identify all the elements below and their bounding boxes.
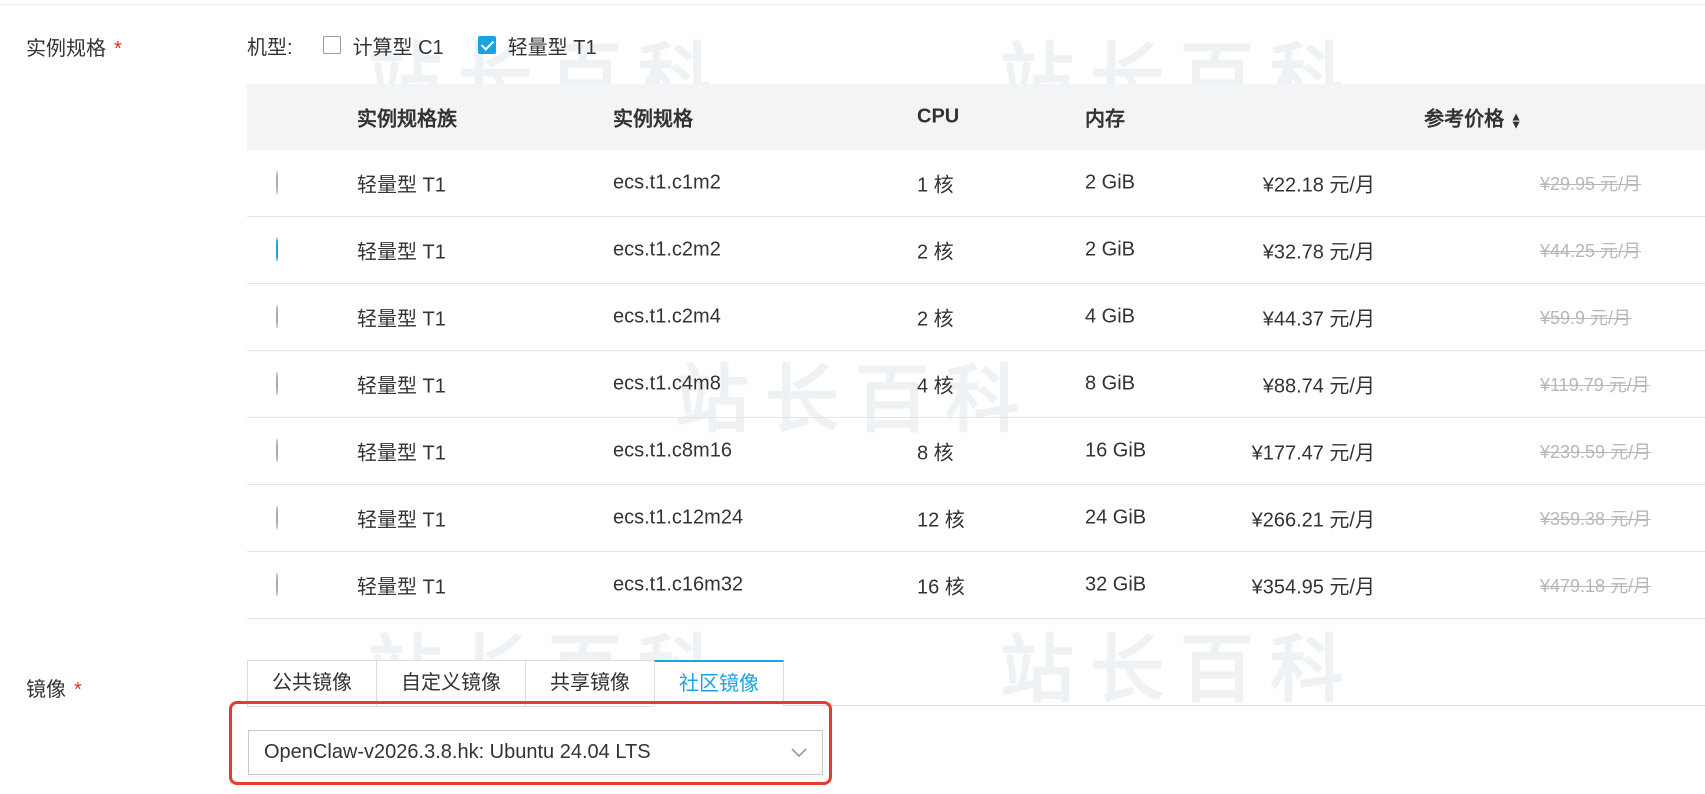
tab-shared-image[interactable]: 共享镜像 (525, 660, 654, 707)
checkbox-light-t1[interactable] (477, 36, 496, 54)
tab-custom-image[interactable]: 自定义镜像 (376, 660, 525, 707)
radio-button[interactable] (276, 505, 278, 530)
cell-spec: ecs.t1.c4m8 (613, 372, 721, 395)
cell-cpu: 8 核 (917, 442, 954, 465)
cell-original-price: ¥239.59 元/月 (1540, 442, 1652, 462)
image-select-value: OpenClaw-v2026.3.8.hk: Ubuntu 24.04 LTS (264, 741, 651, 763)
machine-type-option-label: 计算型 C1 (352, 36, 444, 59)
cell-family: 轻量型 T1 (357, 308, 446, 331)
image-tabs: 公共镜像 自定义镜像 共享镜像 社区镜像 (247, 660, 784, 707)
cell-cpu: 16 核 (917, 576, 965, 599)
image-select[interactable]: OpenClaw-v2026.3.8.hk: Ubuntu 24.04 LTS (248, 730, 823, 775)
cell-price: ¥266.21 元/月 (1251, 509, 1375, 532)
cell-price: ¥354.95 元/月 (1251, 576, 1375, 599)
radio-button[interactable] (276, 371, 278, 396)
sort-icon[interactable]: ▲ ▼ (1510, 110, 1522, 130)
table-row[interactable]: 轻量型 T1 ecs.t1.c2m2 2 核 2 GiB ¥32.78 元/月 … (247, 217, 1705, 284)
cell-original-price: ¥29.95 元/月 (1540, 174, 1642, 194)
cell-memory: 4 GiB (1085, 305, 1136, 328)
cell-spec: ecs.t1.c2m4 (613, 305, 721, 328)
table-header: 实例规格族 实例规格 CPU 内存 参考价格 ▲ ▼ (247, 84, 1705, 150)
cell-family: 轻量型 T1 (357, 442, 446, 465)
header-cpu: CPU (917, 105, 960, 128)
cell-original-price: ¥44.25 元/月 (1540, 241, 1642, 261)
cell-spec: ecs.t1.c2m2 (613, 238, 721, 261)
table-row[interactable]: 轻量型 T1 ecs.t1.c4m8 4 核 8 GiB ¥88.74 元/月 … (247, 351, 1705, 418)
table-row[interactable]: 轻量型 T1 ecs.t1.c1m2 1 核 2 GiB ¥22.18 元/月 … (247, 150, 1705, 217)
table-row[interactable]: 轻量型 T1 ecs.t1.c2m4 2 核 4 GiB ¥44.37 元/月 … (247, 284, 1705, 351)
cell-price: ¥22.18 元/月 (1262, 174, 1375, 197)
machine-type-light-t1[interactable]: 轻量型 T1 (477, 31, 597, 60)
cell-family: 轻量型 T1 (357, 576, 446, 599)
checkbox-compute-c1[interactable] (322, 36, 341, 54)
cell-memory: 16 GiB (1085, 439, 1147, 462)
cell-original-price: ¥59.9 元/月 (1540, 308, 1632, 328)
machine-type-filter: 机型: 计算型 C1 轻量型 T1 (247, 30, 631, 60)
cell-original-price: ¥119.79 元/月 (1540, 375, 1650, 395)
cell-family: 轻量型 T1 (357, 241, 446, 264)
row-radio[interactable] (276, 371, 278, 396)
top-divider (0, 4, 1705, 5)
cell-family: 轻量型 T1 (357, 509, 446, 532)
cell-price: ¥88.74 元/月 (1262, 375, 1375, 398)
tab-public-image[interactable]: 公共镜像 (247, 660, 376, 707)
cell-spec: ecs.t1.c1m2 (613, 171, 721, 194)
cell-family: 轻量型 T1 (357, 174, 446, 197)
radio-button[interactable] (276, 170, 278, 195)
radio-button[interactable] (276, 304, 278, 329)
row-radio[interactable] (276, 237, 278, 262)
header-price-sort[interactable]: 参考价格 ▲ ▼ (1424, 103, 1522, 132)
tab-community-image[interactable]: 社区镜像 (654, 660, 784, 707)
cell-price: ¥44.37 元/月 (1262, 308, 1375, 331)
image-label-text: 镜像 (26, 679, 66, 701)
image-label: 镜像 * (26, 673, 82, 702)
cell-cpu: 12 核 (917, 509, 965, 532)
table-row[interactable]: 轻量型 T1 ecs.t1.c16m32 16 核 32 GiB ¥354.95… (247, 552, 1705, 619)
watermark: 站长百科 (1000, 627, 1360, 713)
row-radio[interactable] (276, 505, 278, 530)
row-radio[interactable] (276, 304, 278, 329)
cell-spec: ecs.t1.c16m32 (613, 573, 744, 596)
header-memory: 内存 (1085, 108, 1125, 131)
machine-type-compute-c1[interactable]: 计算型 C1 (322, 31, 444, 60)
radio-button-selected[interactable] (276, 237, 278, 262)
cell-family: 轻量型 T1 (357, 375, 446, 398)
cell-memory: 24 GiB (1085, 506, 1147, 529)
cell-cpu: 2 核 (917, 241, 954, 264)
instance-spec-label: 实例规格 * (26, 32, 122, 61)
required-mark: * (74, 679, 82, 701)
table-row[interactable]: 轻量型 T1 ecs.t1.c8m16 8 核 16 GiB ¥177.47 元… (247, 418, 1705, 485)
cell-cpu: 4 核 (917, 375, 954, 398)
radio-button[interactable] (276, 572, 278, 597)
row-radio[interactable] (276, 572, 278, 597)
chevron-down-icon[interactable] (784, 738, 814, 768)
cell-original-price: ¥359.38 元/月 (1540, 509, 1652, 529)
cell-cpu: 2 核 (917, 308, 954, 331)
machine-type-label: 机型: (247, 36, 293, 59)
header-family: 实例规格族 (357, 108, 457, 131)
cell-spec: ecs.t1.c12m24 (613, 506, 744, 529)
cell-memory: 32 GiB (1085, 573, 1147, 596)
radio-button[interactable] (276, 438, 278, 463)
table-row[interactable]: 轻量型 T1 ecs.t1.c12m24 12 核 24 GiB ¥266.21… (247, 485, 1705, 552)
cell-memory: 2 GiB (1085, 171, 1136, 194)
cell-price: ¥32.78 元/月 (1262, 241, 1375, 264)
machine-type-option-label: 轻量型 T1 (507, 36, 597, 59)
instance-spec-label-text: 实例规格 (26, 38, 106, 60)
header-spec: 实例规格 (613, 108, 693, 131)
cell-memory: 8 GiB (1085, 372, 1136, 395)
cell-cpu: 1 核 (917, 174, 954, 197)
instance-spec-table: 实例规格族 实例规格 CPU 内存 参考价格 ▲ ▼ 轻量型 T1 ecs.t1.c… (247, 84, 1705, 619)
required-mark: * (114, 38, 122, 60)
cell-memory: 2 GiB (1085, 238, 1136, 261)
row-radio[interactable] (276, 438, 278, 463)
header-price: 参考价格 (1424, 108, 1505, 131)
cell-spec: ecs.t1.c8m16 (613, 439, 732, 462)
cell-price: ¥177.47 元/月 (1251, 442, 1375, 465)
row-radio[interactable] (276, 170, 278, 195)
cell-original-price: ¥479.18 元/月 (1540, 576, 1652, 596)
